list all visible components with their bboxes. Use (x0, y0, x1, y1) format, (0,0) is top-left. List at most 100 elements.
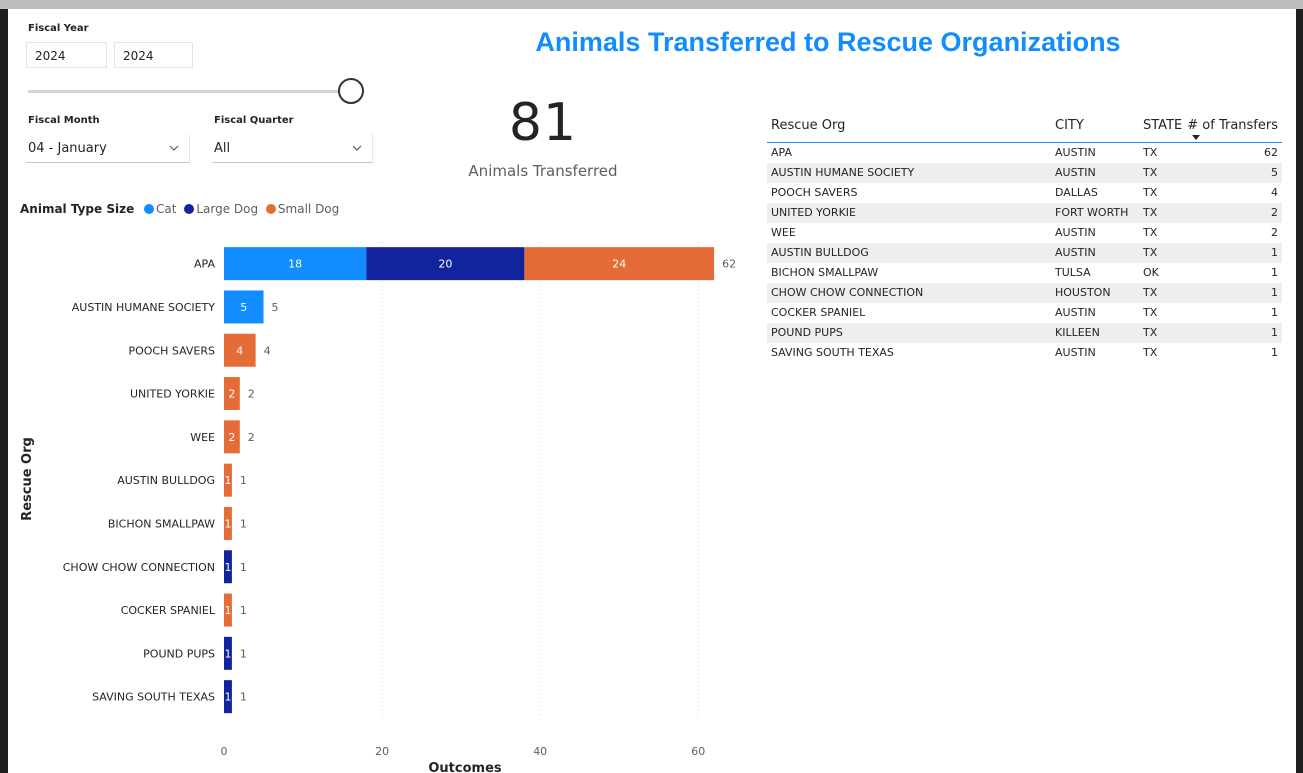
cell-transfers: 1 (1271, 326, 1278, 339)
total-label: 2 (248, 388, 255, 401)
cell-rescue-org: AUSTIN BULLDOG (771, 246, 869, 259)
cell-transfers: 5 (1271, 166, 1278, 179)
fiscal-month-label: Fiscal Month (28, 115, 100, 126)
cell-transfers: 2 (1271, 206, 1278, 219)
table-row[interactable]: WEE AUSTIN TX 2 (767, 223, 1282, 243)
total-label: 5 (272, 301, 279, 314)
cell-city: KILLEEN (1055, 326, 1100, 339)
cell-rescue-org: APA (771, 146, 792, 159)
data-label: 1 (224, 647, 231, 660)
table-row[interactable]: AUSTIN BULLDOG AUSTIN TX 1 (767, 243, 1282, 263)
cell-city: DALLAS (1055, 186, 1098, 199)
fiscal-year-slider-handle[interactable] (338, 78, 364, 104)
kpi-label: Animals Transferred (468, 162, 618, 180)
legend-cat-label[interactable]: Cat (156, 202, 176, 216)
x-tick-label: 20 (375, 745, 389, 758)
category-label: AUSTIN HUMANE SOCIETY (72, 301, 215, 314)
cell-transfers: 1 (1271, 286, 1278, 299)
legend-large-dog-swatch (184, 204, 195, 214)
data-label: 5 (240, 301, 247, 314)
cell-transfers: 62 (1264, 146, 1278, 159)
cell-state: TX (1143, 166, 1158, 179)
table-header: Rescue Org CITY STATE # of Transfers (767, 114, 1282, 143)
category-label: AUSTIN BULLDOG (117, 474, 215, 487)
category-label: WEE (190, 431, 215, 444)
total-label: 1 (240, 561, 247, 574)
legend-small-dog-label[interactable]: Small Dog (278, 202, 339, 216)
fiscal-year-from-input[interactable]: 2024 (26, 42, 107, 68)
chart-legend: Animal Type Size Cat Large Dog Small Dog (20, 202, 341, 216)
data-label: 20 (438, 258, 452, 271)
data-label: 1 (224, 517, 231, 530)
data-label: 2 (228, 431, 235, 444)
total-label: 4 (264, 344, 271, 357)
data-label: 1 (224, 604, 231, 617)
data-label: 1 (224, 561, 231, 574)
sort-descending-icon[interactable] (1192, 135, 1200, 140)
cell-state: TX (1143, 246, 1158, 259)
cell-rescue-org: BICHON SMALLPAW (771, 266, 879, 279)
fiscal-year-slider-track[interactable] (28, 90, 348, 93)
column-header-state[interactable]: STATE (1143, 118, 1182, 133)
total-label: 1 (240, 604, 247, 617)
cell-state: TX (1143, 346, 1158, 359)
report-canvas: Fiscal Year 2024 2024 Fiscal Month 04 - … (8, 9, 1296, 773)
cell-city: AUSTIN (1055, 246, 1096, 259)
x-tick-label: 40 (533, 745, 547, 758)
column-header-rescue-org[interactable]: Rescue Org (771, 118, 845, 133)
legend-large-dog-label[interactable]: Large Dog (196, 202, 258, 216)
total-label: 62 (722, 258, 736, 271)
data-label: 2 (228, 388, 235, 401)
cell-city: AUSTIN (1055, 226, 1096, 239)
total-label: 1 (240, 647, 247, 660)
column-header-transfers[interactable]: # of Transfers (1187, 118, 1278, 133)
data-label: 4 (236, 344, 243, 357)
table-row[interactable]: POUND PUPS KILLEEN TX 1 (767, 323, 1282, 343)
legend-small-dog-swatch (265, 204, 276, 214)
table-row[interactable]: COCKER SPANIEL AUSTIN TX 1 (767, 303, 1282, 323)
fiscal-year-to-input[interactable]: 2024 (114, 42, 193, 68)
table-row[interactable]: CHOW CHOW CONNECTION HOUSTON TX 1 (767, 283, 1282, 303)
table-row[interactable]: AUSTIN HUMANE SOCIETY AUSTIN TX 5 (767, 163, 1282, 183)
category-label: UNITED YORKIE (130, 388, 215, 401)
x-axis-title: Outcomes (428, 761, 502, 773)
cell-city: AUSTIN (1055, 346, 1096, 359)
fiscal-month-value: 04 - January (28, 141, 107, 156)
table-body: APA AUSTIN TX 62 AUSTIN HUMANE SOCIETY AUSTIN… (767, 143, 1282, 363)
total-label: 1 (240, 474, 247, 487)
table-row[interactable]: BICHON SMALLPAW TULSA OK 1 (767, 263, 1282, 283)
category-label: CHOW CHOW CONNECTION (63, 561, 215, 574)
legend-title: Animal Type Size (20, 202, 135, 216)
category-label: COCKER SPANIEL (121, 604, 216, 617)
kpi-value: 81 (508, 93, 578, 153)
chevron-down-icon (352, 145, 362, 151)
cell-state: TX (1143, 186, 1158, 199)
fiscal-year-label: Fiscal Year (28, 23, 89, 34)
cell-transfers: 1 (1271, 246, 1278, 259)
fiscal-quarter-dropdown[interactable]: All (212, 134, 373, 163)
cell-transfers: 1 (1271, 266, 1278, 279)
cell-transfers: 2 (1271, 226, 1278, 239)
window-top-bar (0, 0, 1303, 9)
category-label: POUND PUPS (143, 647, 215, 660)
cell-state: TX (1143, 286, 1158, 299)
report-title: Animals Transferred to Rescue Organizati… (535, 27, 1121, 57)
cell-rescue-org: AUSTIN HUMANE SOCIETY (771, 166, 915, 179)
data-label: 18 (288, 258, 302, 271)
table-row[interactable]: APA AUSTIN TX 62 (767, 143, 1282, 163)
cell-city: TULSA (1055, 266, 1091, 279)
category-label: APA (194, 258, 215, 271)
fiscal-month-dropdown[interactable]: 04 - January (26, 134, 190, 163)
cell-city: AUSTIN (1055, 146, 1096, 159)
fiscal-quarter-label: Fiscal Quarter (214, 115, 294, 126)
column-header-city[interactable]: CITY (1055, 118, 1084, 133)
cell-rescue-org: UNITED YORKIE (771, 206, 856, 219)
category-label: BICHON SMALLPAW (108, 517, 215, 530)
cell-state: TX (1143, 326, 1158, 339)
cell-state: TX (1143, 306, 1158, 319)
table-row[interactable]: SAVING SOUTH TEXAS AUSTIN TX 1 (767, 343, 1282, 363)
table-row[interactable]: UNITED YORKIE FORT WORTH TX 2 (767, 203, 1282, 223)
cell-state: TX (1143, 206, 1158, 219)
table-row[interactable]: POOCH SAVERS DALLAS TX 4 (767, 183, 1282, 203)
chevron-down-icon (169, 145, 179, 151)
